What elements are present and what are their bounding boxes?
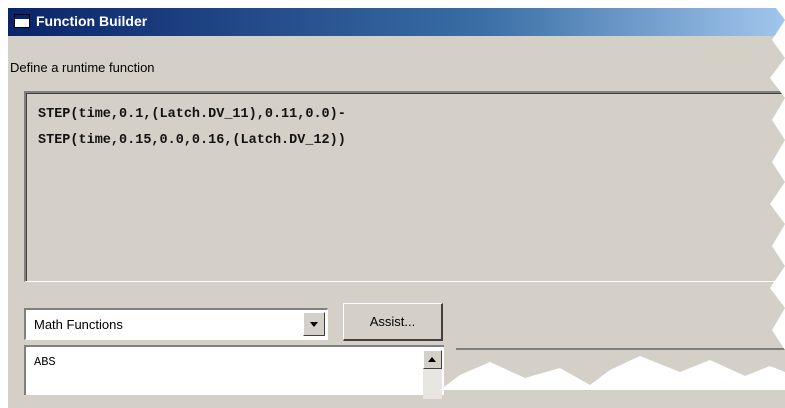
list-item[interactable]: ABS — [34, 355, 56, 369]
editor-line: STEP(time,0.15,0.0,0.16,(Latch.DV_12)) — [38, 133, 346, 148]
editor-line: STEP(time,0.1,(Latch.DV_11),0.11,0.0)- — [38, 107, 346, 122]
description-panel — [456, 348, 785, 398]
scrollbar-track[interactable] — [423, 369, 442, 399]
chevron-down-icon — [310, 322, 318, 327]
function-editor[interactable]: STEP(time,0.1,(Latch.DV_11),0.11,0.0)- S… — [24, 91, 785, 282]
define-function-label: Define a runtime function — [10, 60, 155, 75]
window-icon — [14, 14, 30, 28]
window-title: Function Builder — [36, 13, 148, 29]
function-list[interactable]: ABS — [24, 345, 444, 395]
scroll-up-icon — [428, 357, 436, 362]
title-bar[interactable]: Function Builder — [8, 8, 785, 36]
function-category-dropdown[interactable]: Math Functions — [24, 308, 328, 340]
scrollbar-up-button[interactable] — [423, 350, 442, 369]
dropdown-selected-value: Math Functions — [34, 317, 123, 332]
assist-button[interactable]: Assist... — [343, 303, 443, 341]
dropdown-arrow-button[interactable] — [303, 312, 325, 336]
